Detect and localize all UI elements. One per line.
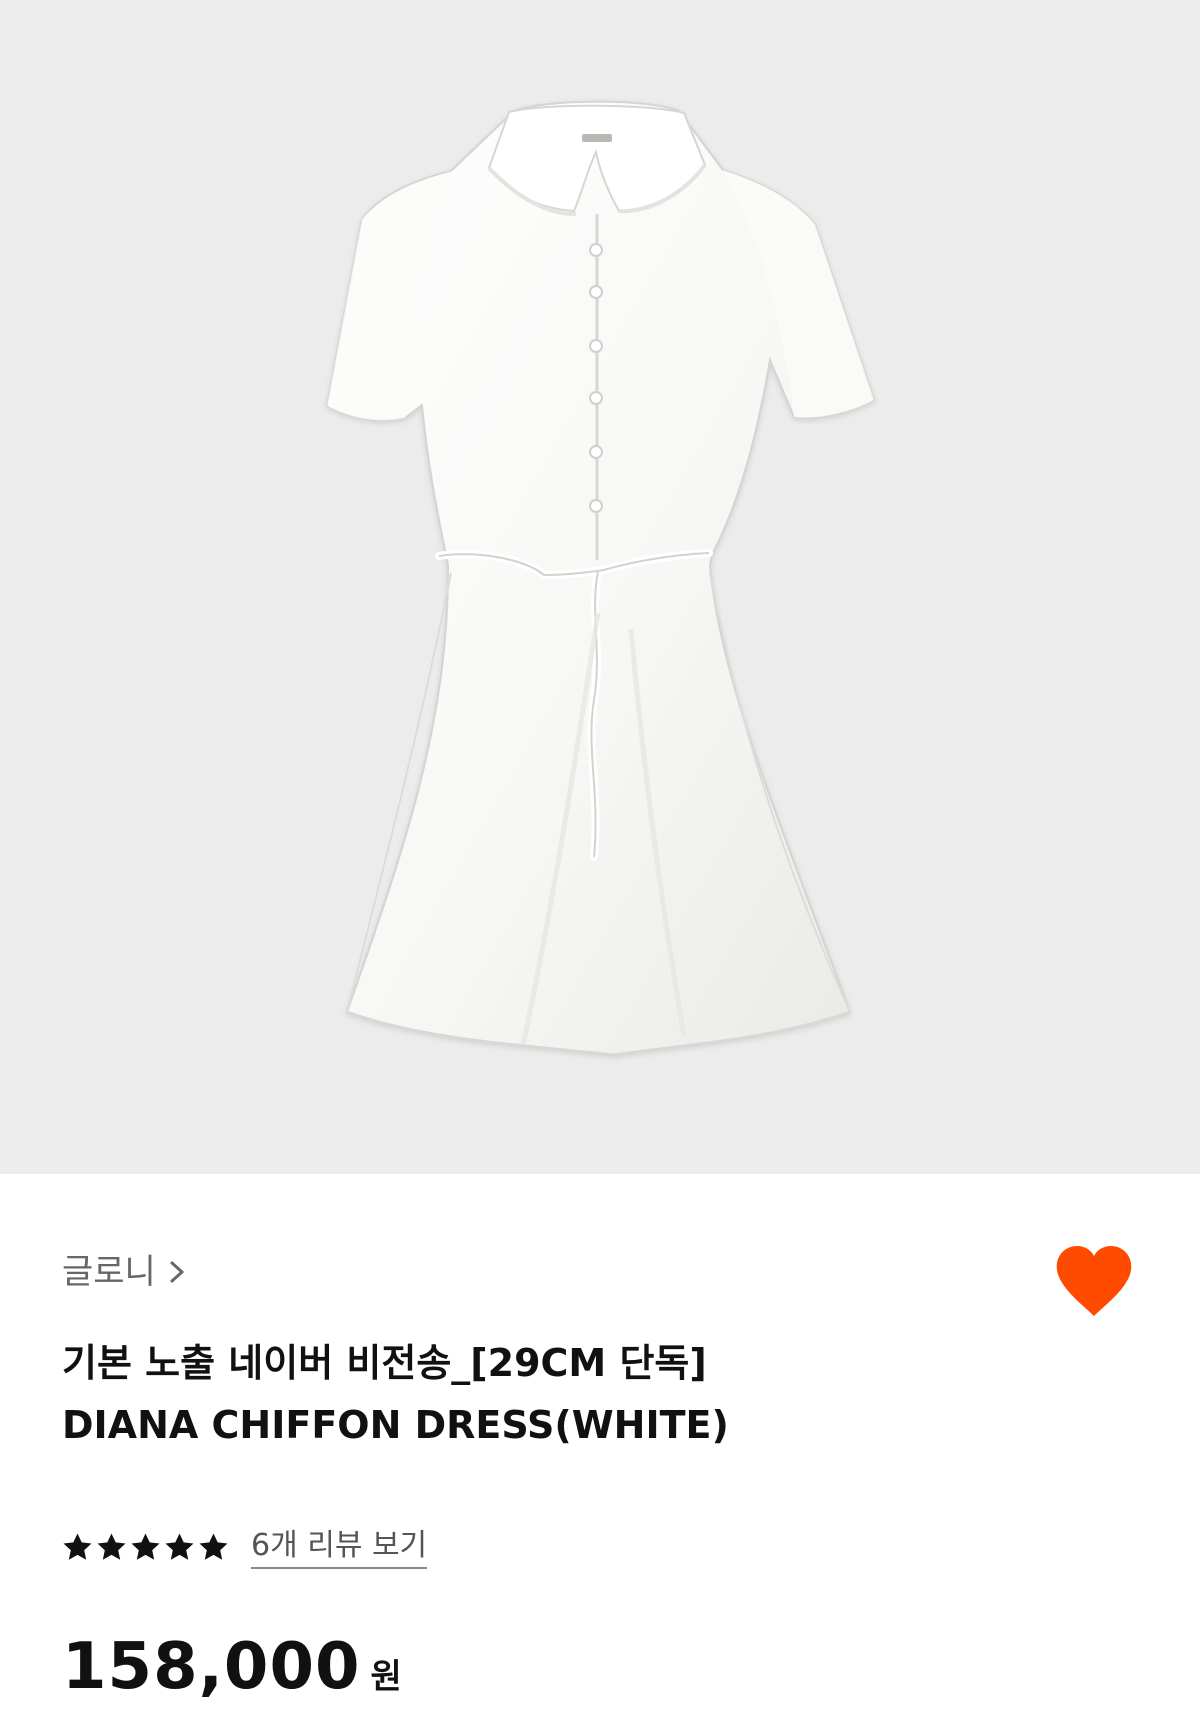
heart-icon[interactable] (1054, 1244, 1134, 1318)
dress-image (325, 100, 876, 1057)
product-page: 글로니 기본 노출 네이버 비전송_[29CM 단독] DIANA CHIFFO… (0, 0, 1200, 1715)
star-icon (199, 1533, 228, 1560)
rating-row: 6개 리뷰 보기 (62, 1525, 428, 1569)
brand-name: 글로니 (62, 1252, 156, 1292)
star-rating (62, 1532, 229, 1562)
product-image[interactable] (0, 0, 1200, 1174)
price: 158,000 원 (62, 1627, 402, 1707)
review-link[interactable]: 6개 리뷰 보기 (251, 1526, 428, 1569)
star-icon (131, 1533, 160, 1560)
label-tag (582, 134, 612, 142)
product-title-line-1: 기본 노출 네이버 비전송_[29CM 단독] (62, 1341, 707, 1385)
star-icon (97, 1533, 126, 1560)
price-currency: 원 (370, 1657, 402, 1697)
product-title: 기본 노출 네이버 비전송_[29CM 단독] DIANA CHIFFON DR… (62, 1332, 1102, 1456)
brand-link[interactable]: 글로니 (62, 1250, 188, 1294)
chevron-right-icon (170, 1261, 184, 1283)
star-icon (63, 1533, 92, 1560)
price-amount: 158,000 (62, 1630, 361, 1704)
star-icon (165, 1533, 194, 1560)
product-title-line-2: DIANA CHIFFON DRESS(WHITE) (62, 1403, 729, 1447)
product-info: 글로니 기본 노출 네이버 비전송_[29CM 단독] DIANA CHIFFO… (0, 1174, 1200, 1715)
